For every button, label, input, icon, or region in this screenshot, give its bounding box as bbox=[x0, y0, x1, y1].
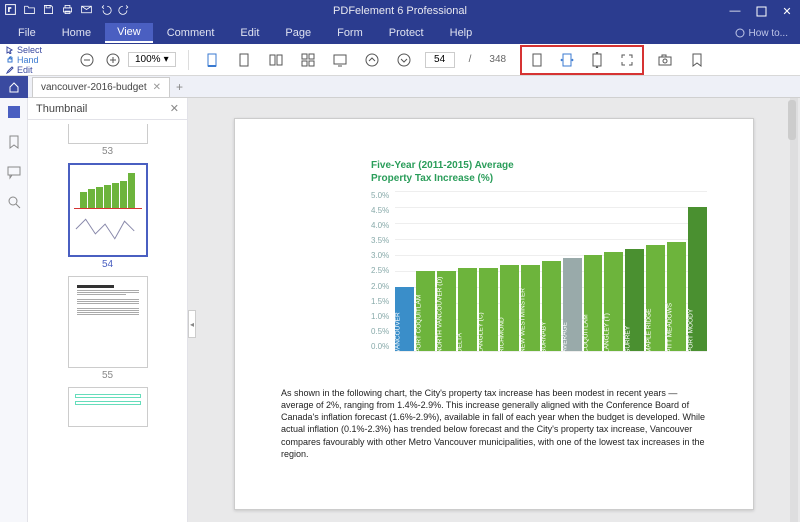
zoom-in-button[interactable] bbox=[102, 49, 124, 71]
hand-tool[interactable]: Hand bbox=[6, 55, 66, 65]
document-tab-label: vancouver-2016-budget bbox=[41, 82, 147, 93]
sidebar-icon-rail bbox=[0, 98, 28, 522]
document-tabstrip: vancouver-2016-budget ✕ + bbox=[0, 76, 800, 98]
close-button[interactable]: ✕ bbox=[774, 0, 800, 22]
open-icon[interactable] bbox=[23, 3, 36, 19]
thumbnail-item[interactable]: 54 bbox=[68, 163, 148, 270]
thumbnail-item[interactable] bbox=[68, 387, 148, 427]
pdf-page: Five-Year (2011-2015) Average Property T… bbox=[234, 118, 754, 510]
tab-page[interactable]: Page bbox=[273, 24, 323, 42]
close-panel-icon[interactable]: ✕ bbox=[170, 102, 179, 115]
save-icon[interactable] bbox=[42, 3, 55, 19]
scrollbar-thumb[interactable] bbox=[788, 100, 796, 140]
print-icon[interactable] bbox=[61, 3, 74, 19]
fit-width-icon[interactable] bbox=[556, 49, 578, 71]
continuous-page-icon[interactable] bbox=[233, 49, 255, 71]
thumbnail-panel-title: Thumbnail bbox=[36, 103, 87, 115]
edit-tool[interactable]: Edit bbox=[6, 65, 66, 75]
page-separator: / bbox=[469, 54, 472, 65]
fit-page-icon[interactable] bbox=[616, 49, 638, 71]
bookmark-icon[interactable] bbox=[686, 49, 708, 71]
how-to-link[interactable]: How to... bbox=[735, 28, 788, 39]
select-tool[interactable]: Select bbox=[6, 45, 66, 55]
panel-collapse-grip[interactable]: ◂ bbox=[188, 310, 196, 338]
page-total: 348 bbox=[489, 54, 506, 65]
annotations-icon[interactable] bbox=[6, 164, 22, 180]
thumbnail-item[interactable]: 53 bbox=[68, 124, 148, 157]
thumbnail-panel: Thumbnail ✕ 53 54 bbox=[28, 98, 188, 522]
document-viewport[interactable]: ◂ Five-Year (2011-2015) Average Property… bbox=[188, 98, 800, 522]
next-page-button[interactable] bbox=[393, 49, 415, 71]
minimize-button[interactable]: — bbox=[722, 0, 748, 22]
scrollbar-track[interactable] bbox=[790, 98, 798, 522]
close-tab-icon[interactable]: ✕ bbox=[153, 82, 161, 93]
how-to-label: How to... bbox=[749, 28, 788, 39]
tab-edit[interactable]: Edit bbox=[228, 24, 271, 42]
highlighted-toolbar-group bbox=[520, 45, 644, 75]
home-tab-button[interactable] bbox=[0, 76, 28, 98]
page-body-text: As shown in the following chart, the Cit… bbox=[281, 387, 707, 460]
menu-bar: File Home View Comment Edit Page Form Pr… bbox=[0, 22, 800, 44]
tab-home[interactable]: Home bbox=[50, 24, 103, 42]
thumbnails-icon[interactable] bbox=[6, 104, 22, 120]
redo-icon[interactable] bbox=[118, 3, 131, 19]
two-page-scroll-icon[interactable] bbox=[297, 49, 319, 71]
app-title: PDFelement 6 Professional bbox=[333, 5, 467, 17]
tab-protect[interactable]: Protect bbox=[377, 24, 436, 42]
search-icon[interactable] bbox=[6, 194, 22, 210]
snapshot-icon[interactable] bbox=[654, 49, 676, 71]
actual-size-icon[interactable] bbox=[526, 49, 548, 71]
document-tab[interactable]: vancouver-2016-budget ✕ bbox=[32, 77, 170, 97]
tab-file[interactable]: File bbox=[6, 24, 48, 42]
bar-chart: 5.0%4.5%4.0%3.5%3.0%2.5%2.0%1.5%1.0%0.5%… bbox=[371, 191, 707, 377]
page-number-input[interactable] bbox=[425, 52, 455, 68]
thumbnail-item[interactable]: 55 bbox=[68, 276, 148, 381]
mail-icon[interactable] bbox=[80, 3, 93, 19]
view-toolbar: Select Hand Edit 100%▾ / 348 bbox=[0, 44, 800, 76]
chart-title-line1: Five-Year (2011-2015) Average bbox=[371, 159, 707, 172]
fit-height-icon[interactable] bbox=[586, 49, 608, 71]
single-page-icon[interactable] bbox=[201, 49, 223, 71]
tab-comment[interactable]: Comment bbox=[155, 24, 227, 42]
undo-icon[interactable] bbox=[99, 3, 112, 19]
chevron-down-icon: ▾ bbox=[164, 54, 169, 65]
zoom-out-button[interactable] bbox=[76, 49, 98, 71]
lightbulb-icon bbox=[735, 28, 745, 38]
prev-page-button[interactable] bbox=[361, 49, 383, 71]
new-tab-button[interactable]: + bbox=[176, 80, 183, 94]
maximize-button[interactable] bbox=[748, 0, 774, 22]
title-bar: PDFelement 6 Professional — ✕ bbox=[0, 0, 800, 22]
chart-title-line2: Property Tax Increase (%) bbox=[371, 172, 707, 185]
tab-view[interactable]: View bbox=[105, 23, 153, 43]
tab-form[interactable]: Form bbox=[325, 24, 375, 42]
bookmarks-sidebar-icon[interactable] bbox=[6, 134, 22, 150]
app-logo-icon bbox=[4, 3, 17, 19]
fullscreen-icon[interactable] bbox=[329, 49, 351, 71]
tab-help[interactable]: Help bbox=[438, 24, 485, 42]
two-page-icon[interactable] bbox=[265, 49, 287, 71]
zoom-dropdown[interactable]: 100%▾ bbox=[128, 52, 176, 67]
